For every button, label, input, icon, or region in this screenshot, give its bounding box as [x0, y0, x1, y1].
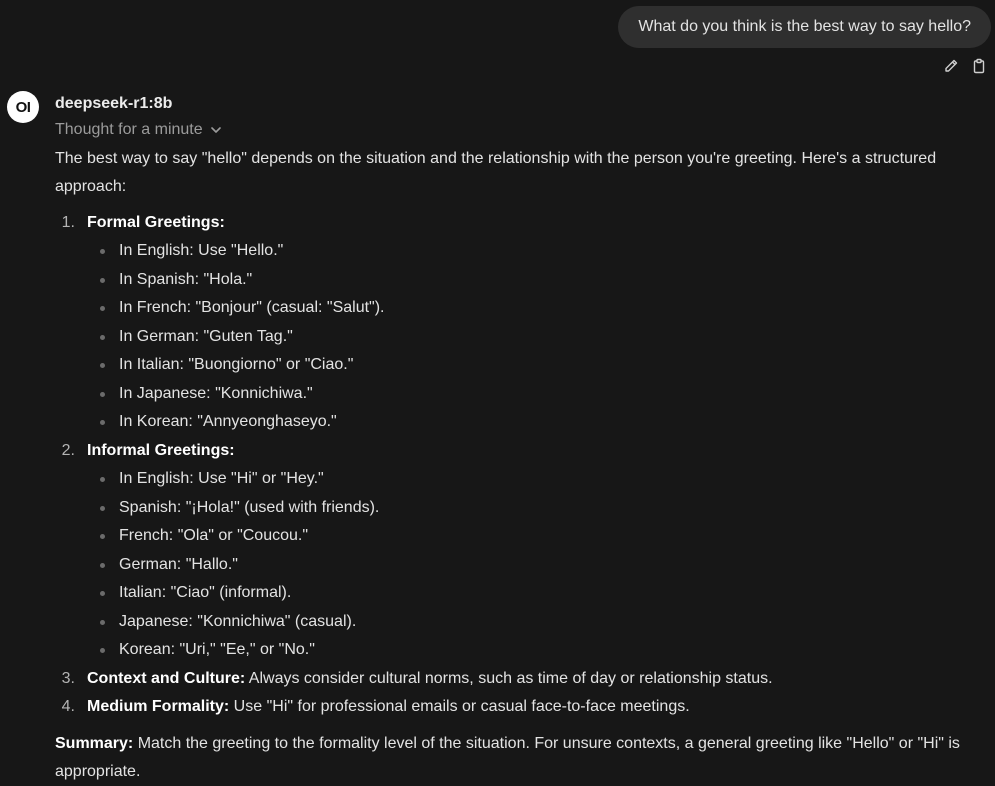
informal-greetings-list: In English: Use "Hi" or "Hey." Spanish: …: [87, 465, 980, 665]
chat-page: What do you think is the best way to say…: [0, 0, 995, 786]
model-name: deepseek-r1:8b: [55, 95, 173, 112]
summary-text: Match the greeting to the formality leve…: [55, 734, 960, 780]
list-item: Italian: "Ciao" (informal).: [87, 579, 980, 608]
list-item: In Spanish: "Hola.": [87, 266, 980, 295]
list-item: 3. Context and Culture: Always consider …: [55, 665, 980, 693]
list-item: In Korean: "Annyeonghaseyo.": [87, 408, 980, 437]
list-number: 1.: [61, 214, 75, 231]
greetings-list: 1. Formal Greetings: In English: Use "He…: [55, 209, 980, 722]
section-text: Always consider cultural norms, such as …: [245, 669, 773, 687]
section-title: Formal Greetings:: [87, 214, 225, 231]
pencil-icon: [945, 59, 958, 72]
section-title: Context and Culture:: [87, 669, 246, 687]
assistant-avatar: OI: [7, 91, 39, 123]
response-summary: Summary: Match the greeting to the forma…: [55, 730, 980, 786]
copy-button[interactable]: [971, 58, 987, 74]
list-item: Japanese: "Konnichiwa" (casual).: [87, 608, 980, 637]
list-number: 2.: [61, 441, 75, 459]
response-intro: The best way to say "hello" depends on t…: [55, 150, 937, 195]
section-title: Informal Greetings:: [87, 441, 235, 459]
chevron-down-icon: [210, 127, 221, 133]
clipboard-icon: [973, 58, 985, 74]
list-item: German: "Hallo.": [87, 551, 980, 580]
list-item: In French: "Bonjour" (casual: "Salut").: [87, 294, 980, 323]
list-item: 1. Formal Greetings: In English: Use "He…: [55, 209, 980, 437]
list-item: In English: Use "Hi" or "Hey.": [87, 465, 980, 494]
list-item: Korean: "Uri," "Ee," or "No.": [87, 636, 980, 665]
list-item: In Italian: "Buongiorno" or "Ciao.": [87, 351, 980, 380]
list-number: 3.: [61, 669, 75, 687]
user-message-actions: [943, 58, 987, 74]
thought-label: Thought for a minute: [55, 121, 203, 138]
edit-button[interactable]: [943, 58, 959, 74]
formal-greetings-list: In English: Use "Hello." In Spanish: "Ho…: [87, 237, 980, 437]
assistant-response: The best way to say "hello" depends on t…: [55, 145, 980, 786]
list-item: 4. Medium Formality: Use "Hi" for profes…: [55, 693, 980, 721]
list-item: French: "Ola" or "Coucou.": [87, 522, 980, 551]
list-item: In Japanese: "Konnichiwa.": [87, 380, 980, 409]
thought-toggle[interactable]: Thought for a minute: [55, 121, 223, 139]
user-message-row: What do you think is the best way to say…: [618, 6, 991, 48]
list-item: Spanish: "¡Hola!" (used with friends).: [87, 494, 980, 523]
section-text: Use "Hi" for professional emails or casu…: [229, 698, 690, 716]
list-item: In German: "Guten Tag.": [87, 323, 980, 352]
list-item: In English: Use "Hello.": [87, 237, 980, 266]
section-title: Medium Formality:: [87, 698, 230, 716]
summary-label: Summary:: [55, 734, 134, 752]
list-item: 2. Informal Greetings: In English: Use "…: [55, 437, 980, 665]
list-number: 4.: [61, 698, 75, 716]
user-message-bubble: What do you think is the best way to say…: [618, 6, 991, 48]
